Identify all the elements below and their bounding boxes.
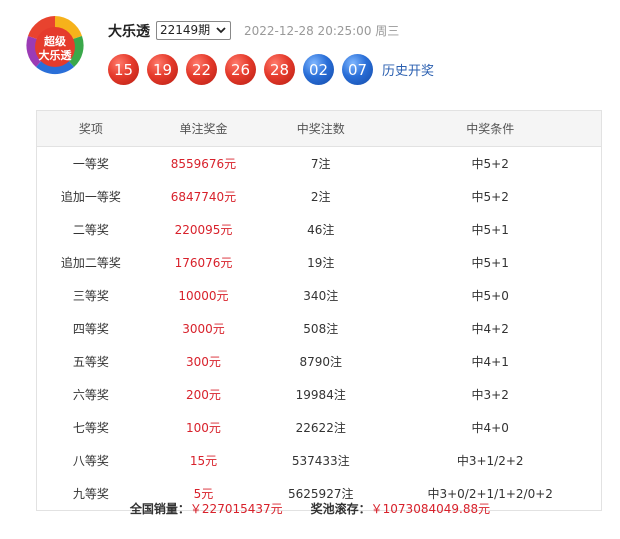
prize-level-cell: 三等奖 [72, 289, 109, 303]
prize-amount-cell: 8559676元 [170, 157, 237, 171]
header-winner-count: 中奖注数 [262, 111, 380, 147]
chevron-down-icon [215, 24, 227, 41]
prize-level-cell: 五等奖 [72, 355, 109, 369]
win-condition-cell: 中4+2 [471, 322, 509, 336]
prize-level-cell: 一等奖 [72, 157, 109, 171]
win-condition-cell: 中5+1 [471, 223, 509, 237]
pool-value: ￥1073084049.88元 [370, 502, 491, 516]
winner-count-cell: 537433注 [291, 454, 350, 468]
logo-line2: 大乐透 [39, 48, 73, 62]
prize-amount-cell: 176076元 [174, 256, 233, 270]
blue-ball: 07 [342, 54, 373, 85]
prize-amount-cell: 220095元 [174, 223, 233, 237]
winner-count-cell: 340注 [303, 289, 339, 303]
header-prize-level: 奖项 [37, 111, 145, 147]
winner-count-cell: 46注 [307, 223, 335, 237]
red-ball: 15 [108, 54, 139, 85]
prize-amount-cell: 200元 [186, 388, 221, 402]
win-condition-cell: 中5+0 [471, 289, 509, 303]
sales-label: 全国销量： [129, 502, 190, 516]
table-row: 一等奖 8559676元 7注 中5+2 [37, 147, 601, 181]
winner-count-cell: 8790注 [299, 355, 343, 369]
history-link[interactable]: 历史开奖 [382, 60, 434, 79]
table-header-row: 奖项 单注奖金 中奖注数 中奖条件 [37, 111, 601, 147]
table-row: 二等奖 220095元 46注 中5+1 [37, 213, 601, 246]
prize-level-cell: 七等奖 [72, 421, 109, 435]
prize-level-cell: 追加一等奖 [60, 190, 121, 204]
logo-line1: 超级 [43, 34, 67, 48]
issue-select[interactable]: 22149期 [156, 21, 232, 41]
winner-count-cell: 2注 [310, 190, 331, 204]
prize-amount-cell: 6847740元 [170, 190, 237, 204]
red-ball: 19 [147, 54, 178, 85]
winner-count-cell: 19注 [307, 256, 335, 270]
winner-count-cell: 19984注 [295, 388, 346, 402]
table-row: 追加二等奖 176076元 19注 中5+1 [37, 246, 601, 279]
win-condition-cell: 中5+1 [471, 256, 509, 270]
lottery-title: 大乐透 [108, 24, 150, 40]
prize-level-cell: 六等奖 [72, 388, 109, 402]
red-ball: 28 [264, 54, 295, 85]
winner-count-cell: 22622注 [295, 421, 346, 435]
prize-table: 奖项 单注奖金 中奖注数 中奖条件 一等奖 8559676元 7注 中5+2 追加一等奖… [36, 110, 602, 511]
issue-select-value: 22149期 [160, 23, 211, 37]
prize-level-cell: 二等奖 [72, 223, 109, 237]
win-condition-cell: 中3+1/2+2 [456, 454, 524, 468]
winner-count-cell: 7注 [310, 157, 331, 171]
header-condition: 中奖条件 [379, 111, 601, 147]
prize-amount-cell: 100元 [186, 421, 221, 435]
header-prize-amount: 单注奖金 [144, 111, 263, 147]
lottery-logo: 超级 大乐透 [24, 14, 86, 76]
prize-amount-cell: 15元 [189, 454, 218, 468]
prize-amount-cell: 300元 [186, 355, 221, 369]
table-row: 三等奖 10000元 340注 中5+0 [37, 279, 601, 312]
table-row: 追加一等奖 6847740元 2注 中5+2 [37, 180, 601, 213]
win-condition-cell: 中5+2 [471, 157, 509, 171]
win-condition-cell: 中4+1 [471, 355, 509, 369]
table-row: 七等奖 100元 22622注 中4+0 [37, 411, 601, 444]
prize-level-cell: 四等奖 [72, 322, 109, 336]
winner-count-cell: 508注 [303, 322, 339, 336]
blue-ball: 02 [303, 54, 334, 85]
prize-amount-cell: 3000元 [182, 322, 225, 336]
sales-value: ￥227015437元 [189, 502, 283, 516]
win-condition-cell: 中4+0 [471, 421, 509, 435]
draw-datetime: 2022-12-28 20:25:00 周三 [244, 24, 400, 38]
prize-level-cell: 追加二等奖 [60, 256, 121, 270]
red-ball: 26 [225, 54, 256, 85]
sales-summary: 全国销量：￥227015437元 奖池滚存：￥1073084049.88元 [0, 500, 620, 517]
table-row: 五等奖 300元 8790注 中4+1 [37, 345, 601, 378]
win-condition-cell: 中5+2 [471, 190, 509, 204]
prize-level-cell: 八等奖 [72, 454, 109, 468]
winning-numbers: 15 19 22 26 28 02 07 [108, 54, 373, 85]
win-condition-cell: 中3+2 [471, 388, 509, 402]
prize-amount-cell: 10000元 [178, 289, 229, 303]
table-row: 八等奖 15元 537433注 中3+1/2+2 [37, 444, 601, 477]
pool-label: 奖池滚存： [310, 502, 371, 516]
red-ball: 22 [186, 54, 217, 85]
table-row: 四等奖 3000元 508注 中4+2 [37, 312, 601, 345]
table-row: 六等奖 200元 19984注 中3+2 [37, 378, 601, 411]
